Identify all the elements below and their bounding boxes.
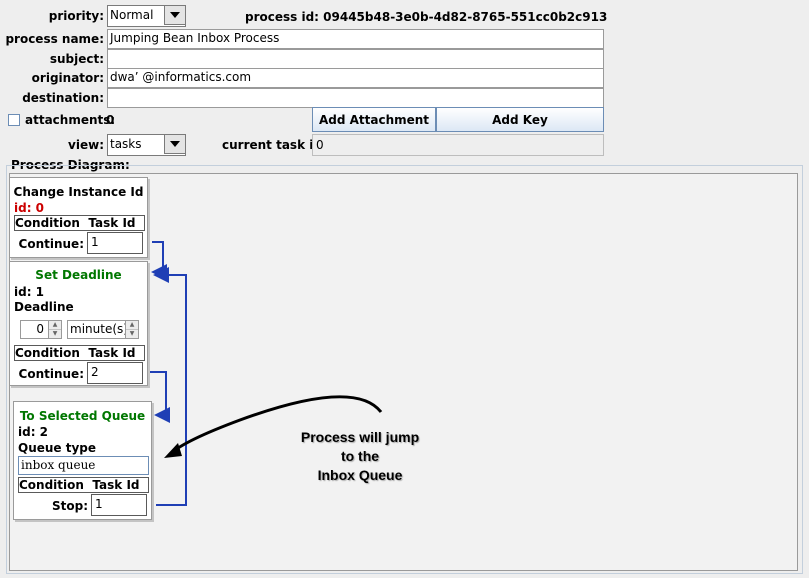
annotation-line: Inbox Queue: [317, 467, 403, 483]
annotation-line: to the: [340, 448, 380, 464]
annotation-line: Process will jump: [300, 429, 420, 445]
connector-2-to-1: [153, 267, 187, 506]
diagram-connectors: [150, 241, 383, 506]
connector-0-to-1: [151, 241, 167, 280]
connector-1-to-2: [150, 371, 170, 423]
annotation-callout: Process will jump to the Inbox Queue: [265, 428, 455, 485]
annotation-arrowhead: [164, 443, 182, 458]
